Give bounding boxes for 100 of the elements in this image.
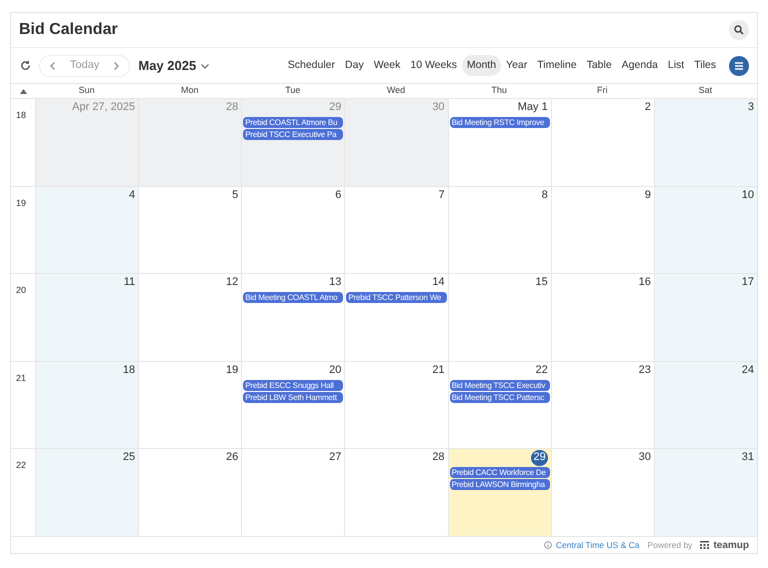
chevron-left-icon bbox=[48, 60, 58, 70]
week-number: 18 bbox=[16, 110, 26, 120]
previous-button[interactable] bbox=[48, 60, 58, 70]
search-button[interactable] bbox=[729, 20, 749, 40]
day-number: 19 bbox=[226, 362, 238, 378]
event-chip[interactable]: Prebid CACC Workforce De bbox=[450, 467, 550, 478]
day-number: 7 bbox=[438, 188, 445, 203]
day-number: 29 bbox=[531, 450, 548, 466]
day-number: 27 bbox=[329, 450, 342, 466]
day-cell[interactable]: 14 Prebid TSCC Patterson We bbox=[344, 274, 448, 361]
day-number: 11 bbox=[124, 275, 136, 290]
day-cell[interactable]: 29 Prebid CACC Workforce De Prebid LAWSON Birmingha bbox=[448, 449, 551, 536]
chevron-right-icon bbox=[111, 60, 122, 70]
day-number: 13 bbox=[329, 275, 342, 290]
info-icon bbox=[544, 541, 552, 549]
day-number: 29 bbox=[329, 100, 342, 115]
day-cell[interactable]: 19 bbox=[138, 362, 242, 448]
view-tab[interactable]: List bbox=[662, 55, 690, 76]
brand-link[interactable]: teamup bbox=[700, 538, 749, 552]
event-chip[interactable]: Prebid ESCC Snuggs Hall bbox=[243, 380, 344, 391]
weekday-header: Tue bbox=[285, 84, 300, 98]
event-chip[interactable]: Prebid LAWSON Birmingha bbox=[450, 479, 550, 490]
day-number: 8 bbox=[542, 188, 548, 203]
refresh-icon bbox=[20, 60, 30, 71]
day-cell[interactable]: 18 bbox=[35, 362, 138, 448]
event-chip[interactable]: Prebid TSCC Patterson We bbox=[346, 292, 447, 304]
weekday-header: Mon bbox=[180, 84, 198, 98]
event-chip[interactable]: Prebid COASTL Atmore Bu bbox=[243, 117, 344, 128]
day-cell[interactable]: 26 bbox=[138, 449, 242, 536]
day-number: 21 bbox=[432, 362, 445, 378]
day-number: 28 bbox=[432, 450, 445, 466]
day-cell[interactable]: 25 bbox=[35, 449, 138, 536]
view-tab[interactable]: 10 Weeks bbox=[405, 55, 462, 76]
day-cell[interactable]: 12 bbox=[138, 274, 242, 361]
view-tab[interactable]: Day bbox=[340, 55, 369, 76]
day-cell[interactable]: 29 Prebid COASTL Atmore Bu Prebid TSCC Executive Pa bbox=[241, 99, 344, 186]
day-number: 31 bbox=[742, 450, 754, 466]
view-tab[interactable]: Tiles bbox=[689, 55, 721, 76]
view-tab[interactable]: Agenda bbox=[616, 55, 663, 76]
day-cell[interactable]: 31 bbox=[654, 449, 757, 536]
timezone-link[interactable]: Central Time US & Ca bbox=[544, 538, 640, 552]
day-cell[interactable]: 13 Bid Meeting COASTL Atmo bbox=[241, 274, 344, 361]
day-cell[interactable]: 3 bbox=[654, 99, 757, 186]
event-chip[interactable]: Bid Meeting RSTC Improve bbox=[450, 117, 550, 128]
weekday-header: Thu bbox=[491, 84, 507, 98]
day-cell[interactable]: 11 bbox=[35, 274, 138, 361]
day-number: 9 bbox=[644, 188, 651, 203]
day-number: 25 bbox=[122, 450, 136, 466]
day-number: May 1 bbox=[518, 100, 548, 115]
day-number: 28 bbox=[226, 100, 238, 115]
menu-button[interactable] bbox=[729, 56, 749, 76]
event-chip[interactable]: Bid Meeting TSCC Executiv bbox=[450, 380, 550, 391]
day-cell[interactable]: 10 bbox=[654, 186, 757, 274]
day-cell[interactable]: 5 bbox=[138, 186, 242, 274]
powered-by-text: Powered by bbox=[648, 538, 692, 552]
day-cell[interactable]: 6 bbox=[241, 186, 344, 274]
day-number: 10 bbox=[742, 188, 754, 203]
menu-icon bbox=[734, 62, 744, 70]
day-number: 3 bbox=[748, 100, 754, 115]
window-title: Bid Calendar bbox=[19, 20, 118, 40]
day-cell[interactable]: 17 bbox=[654, 274, 757, 361]
view-tab[interactable]: Month bbox=[462, 55, 502, 76]
view-tab[interactable]: Table bbox=[582, 55, 617, 76]
day-number: 17 bbox=[742, 275, 754, 290]
day-number: 30 bbox=[432, 100, 445, 115]
event-chip[interactable]: Prebid LBW Seth Hammett bbox=[243, 392, 344, 403]
weekday-header: Sun bbox=[78, 84, 95, 98]
next-button[interactable] bbox=[111, 60, 122, 70]
day-number: 5 bbox=[232, 188, 238, 203]
view-tab[interactable]: Week bbox=[368, 55, 406, 76]
view-tab[interactable]: Year bbox=[501, 55, 532, 76]
event-chip[interactable]: Bid Meeting COASTL Atmo bbox=[243, 292, 344, 304]
day-number: 6 bbox=[335, 188, 342, 203]
day-number: 4 bbox=[129, 188, 136, 203]
search-icon bbox=[734, 25, 744, 35]
weekday-header: Sat bbox=[698, 84, 712, 98]
day-number: 22 bbox=[535, 362, 548, 378]
grid-dots-icon bbox=[700, 541, 710, 549]
weekday-header: Wed bbox=[386, 84, 406, 98]
collapse-arrow-icon[interactable] bbox=[20, 88, 26, 94]
day-cell[interactable]: May 1 Bid Meeting RSTC Improve bbox=[448, 99, 551, 186]
event-chip[interactable]: Prebid TSCC Executive Pa bbox=[243, 129, 344, 140]
view-tab[interactable]: Scheduler bbox=[282, 55, 340, 76]
day-number: 18 bbox=[122, 362, 136, 378]
day-number: 16 bbox=[638, 275, 651, 290]
weekday-header: Fri bbox=[597, 84, 608, 98]
view-tab[interactable]: Timeline bbox=[532, 55, 582, 76]
day-cell[interactable]: 22 Bid Meeting TSCC Executiv Bid Meeting TSCC Pattersc bbox=[448, 362, 551, 448]
day-cell[interactable]: 27 bbox=[241, 449, 344, 536]
day-number: 14 bbox=[432, 275, 445, 290]
week-number: 19 bbox=[16, 198, 26, 208]
day-number: Apr 27, 2025 bbox=[72, 100, 136, 115]
day-number: 2 bbox=[644, 100, 651, 115]
day-number: 20 bbox=[329, 362, 342, 378]
month-picker[interactable]: May 2025 bbox=[138, 56, 210, 76]
day-cell[interactable]: 20 Prebid ESCC Snuggs Hall Prebid LBW Seth Hammett bbox=[241, 362, 344, 448]
event-chip[interactable]: Bid Meeting TSCC Pattersc bbox=[450, 392, 550, 403]
day-number: 26 bbox=[226, 450, 238, 466]
day-cell[interactable]: 24 bbox=[654, 362, 757, 448]
day-cell[interactable]: 4 bbox=[35, 186, 138, 274]
